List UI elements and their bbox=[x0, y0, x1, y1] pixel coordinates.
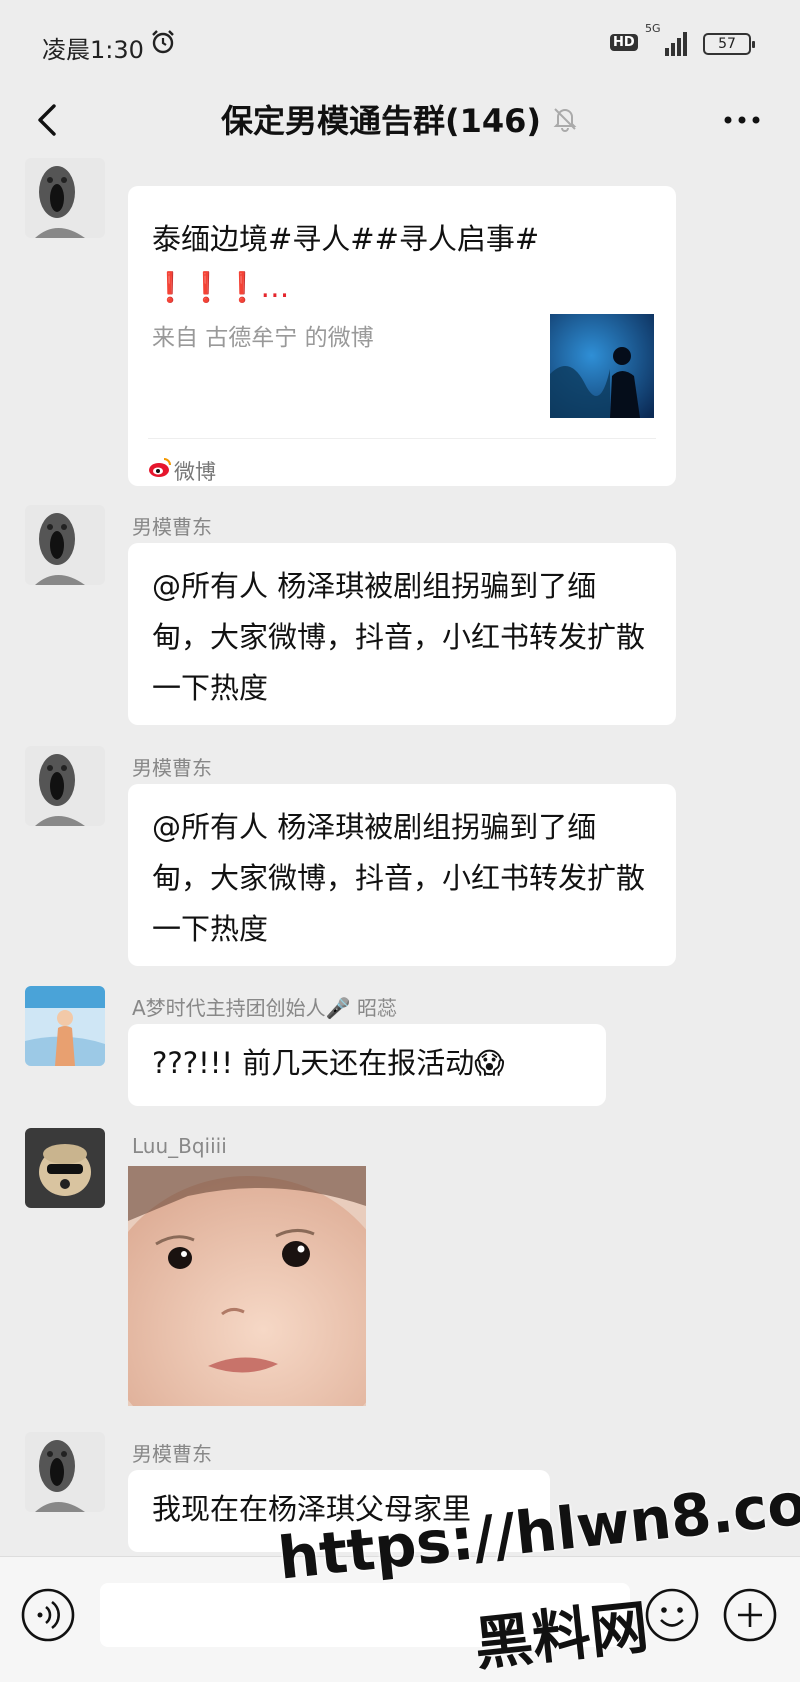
sender-name: Luu_Bqiiii bbox=[132, 1134, 227, 1158]
message-text: @所有人 杨泽琪被剧组拐骗到了缅甸，大家微博，抖音，小红书转发扩散一下热度 bbox=[152, 810, 646, 946]
avatar[interactable] bbox=[25, 746, 105, 826]
mute-bell-icon bbox=[553, 108, 577, 132]
battery-icon: 57 bbox=[703, 33, 755, 55]
battery-level: 57 bbox=[718, 36, 736, 52]
chat-header: 保定男模通告群(146) bbox=[0, 82, 800, 158]
avatar[interactable] bbox=[25, 1432, 105, 1512]
alarm-icon bbox=[152, 30, 174, 54]
plus-icon[interactable] bbox=[722, 1587, 778, 1643]
divider bbox=[148, 438, 656, 439]
sender-name: 男模曹东 bbox=[132, 1442, 212, 1466]
signal-icon bbox=[665, 32, 687, 56]
hd-badge: HD bbox=[610, 34, 638, 51]
avatar[interactable] bbox=[25, 986, 105, 1066]
card-source: 来自 古德牟宁 的微博 bbox=[152, 325, 374, 351]
card-excl: ❗❗❗… bbox=[152, 270, 290, 304]
sender-name: 男模曹东 bbox=[132, 756, 212, 780]
avatar[interactable] bbox=[25, 1128, 105, 1208]
message-text: @所有人 杨泽琪被剧组拐骗到了缅甸，大家微博，抖音，小红书转发扩散一下热度 bbox=[152, 569, 646, 705]
sender-name: 男模曹东 bbox=[132, 515, 212, 539]
sender-name: A梦时代主持团创始人🎤 昭蕊 bbox=[132, 996, 397, 1020]
status-bar: 凌晨1:30 HD 5G 57 bbox=[0, 0, 800, 90]
card-app-name: 微博 bbox=[174, 460, 216, 484]
weibo-share-card[interactable]: 泰缅边境#寻人##寻人启事# ❗❗❗… 来自 古德牟宁 的微博 微博 bbox=[128, 186, 676, 486]
weibo-icon bbox=[149, 458, 171, 477]
voice-icon[interactable] bbox=[20, 1587, 76, 1643]
chat-title: 保定男模通告群(146) bbox=[220, 102, 542, 140]
message-bubble[interactable]: ???!!! 前几天还在报活动😱 bbox=[128, 1024, 606, 1106]
title-group: 保定男模通告群(146) bbox=[0, 96, 800, 142]
sticker-image[interactable] bbox=[128, 1166, 366, 1406]
status-time: 凌晨1:30 bbox=[42, 36, 144, 64]
avatar[interactable] bbox=[25, 158, 105, 238]
message-text: ???!!! 前几天还在报活动😱 bbox=[152, 1046, 505, 1080]
card-thumbnail bbox=[550, 314, 654, 418]
avatar[interactable] bbox=[25, 505, 105, 585]
message-bubble[interactable]: @所有人 杨泽琪被剧组拐骗到了缅甸，大家微博，抖音，小红书转发扩散一下热度 bbox=[128, 543, 676, 725]
card-title: 泰缅边境#寻人##寻人启事# bbox=[152, 222, 540, 256]
emoji-icon[interactable] bbox=[644, 1587, 700, 1643]
message-bubble[interactable]: @所有人 杨泽琪被剧组拐骗到了缅甸，大家微博，抖音，小红书转发扩散一下热度 bbox=[128, 784, 676, 966]
more-icon[interactable] bbox=[722, 112, 762, 128]
